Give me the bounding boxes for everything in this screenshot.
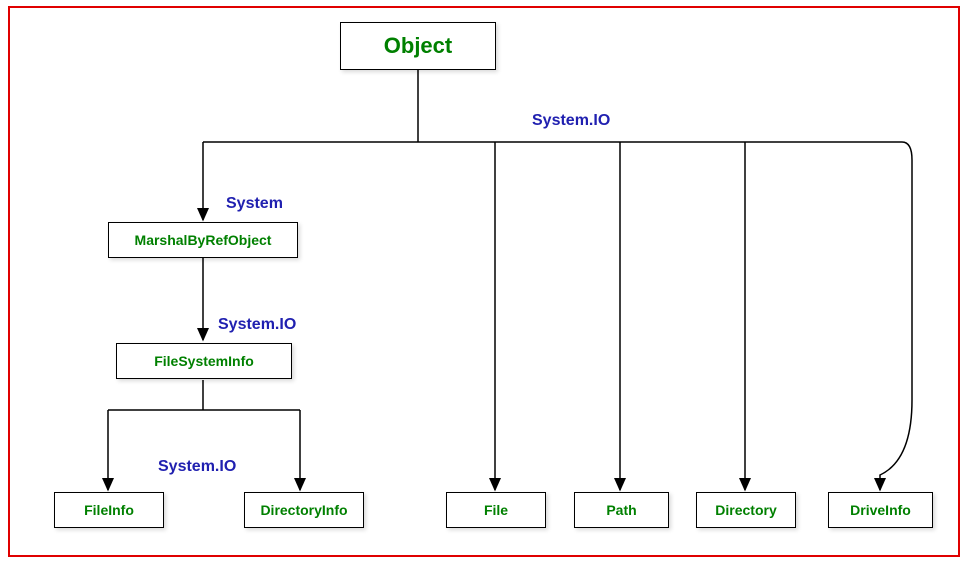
node-path: Path [574,492,669,528]
node-driveinfo: DriveInfo [828,492,933,528]
namespace-label-system-io-mid: System.IO [218,316,296,334]
namespace-label-system-io-bottom: System.IO [158,458,236,476]
node-fileinfo: FileInfo [54,492,164,528]
diagram-frame [8,6,960,557]
namespace-label-system: System [226,195,283,213]
node-directory: Directory [696,492,796,528]
namespace-label-system-io-top: System.IO [532,112,610,130]
node-filesysteminfo: FileSystemInfo [116,343,292,379]
node-directoryinfo: DirectoryInfo [244,492,364,528]
node-file: File [446,492,546,528]
node-marshalbyrefobject: MarshalByRefObject [108,222,298,258]
node-object: Object [340,22,496,70]
